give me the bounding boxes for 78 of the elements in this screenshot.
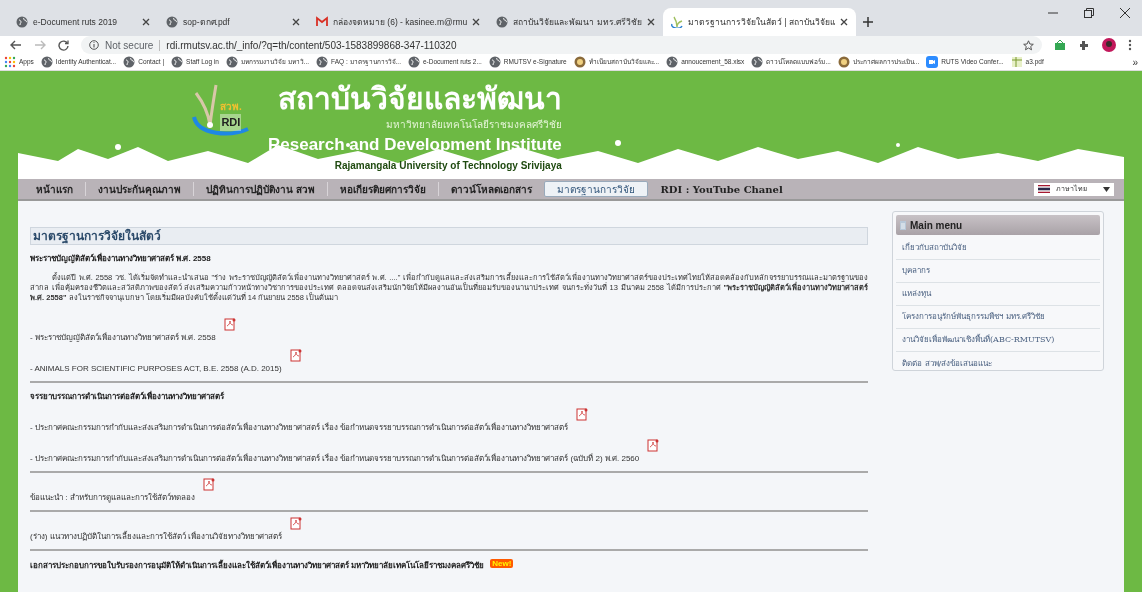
- back-arrow-icon[interactable]: [10, 40, 22, 50]
- spreadsheet-icon: [1010, 56, 1023, 68]
- browser-tab[interactable]: กล่องจดหมาย (6) - kasinee.m@rmu: [308, 8, 489, 36]
- menu-icon: [900, 220, 906, 230]
- document-link[interactable]: (ร่าง) แนวทางปฏิบัติในการเลี้ยงและการใช้สัตว์ เพื่องานวิจัยทางวิทยาศาสตร์: [30, 531, 282, 543]
- close-icon[interactable]: [840, 18, 848, 26]
- tray-icon[interactable]: [1054, 39, 1066, 51]
- seal-icon: [573, 56, 586, 68]
- site-subtitle-english: Rajamangala University of Technology Srivijaya: [334, 158, 562, 173]
- puzzle-icon[interactable]: [1078, 39, 1090, 51]
- nav-tab[interactable]: มาตรฐานการวิจัย: [544, 181, 649, 197]
- seal-icon: [837, 56, 850, 68]
- flag-icon: [1038, 185, 1050, 193]
- more-bookmarks-button[interactable]: »: [1132, 54, 1138, 70]
- dropdown-caret-icon: [1103, 186, 1110, 192]
- menu-item[interactable]: งานวิจัยเพื่อพัฒนาเชิงพื้นที่(ABC-RMUTSV): [896, 329, 1100, 352]
- section-title: จรรยาบรรณการดำเนินการต่อสัตว์เพื่องานทางวิทยาศาสตร์: [30, 391, 224, 403]
- reload-icon[interactable]: [58, 39, 69, 51]
- new-tab-icon[interactable]: [862, 16, 874, 28]
- avatar-icon[interactable]: [1102, 38, 1116, 52]
- pdf-file-icon[interactable]: [289, 517, 302, 530]
- nav-tab[interactable]: ดาวน์โหลดเอกสาร: [439, 181, 545, 197]
- menu-item[interactable]: แหล่งทุน: [896, 283, 1100, 306]
- globe-icon: [16, 16, 28, 28]
- close-icon[interactable]: [647, 18, 656, 26]
- close-icon[interactable]: [142, 18, 150, 26]
- address-bar[interactable]: Not secure rdi.rmutsv.ac.th/_info/?q=th/content/503-1583899868-347-110320: [81, 36, 1042, 54]
- menu-item[interactable]: บุคลากร: [896, 260, 1100, 283]
- section-title: พระราชบัญญัติสัตว์เพื่องานทางวิทยาศาสตร์ พ.ศ. 2558: [30, 253, 211, 265]
- page-heading: มาตรฐานการวิจัยในสัตว์: [30, 227, 868, 245]
- browser-tab[interactable]: มาตรฐานการวิจัยในสัตว์ | สถาบันวิจัยแ: [663, 8, 856, 36]
- restore-icon[interactable]: [1084, 8, 1094, 18]
- url-text: rdi.rmutsv.ac.th/_info/?q=th/content/503-1583899868-347-110320: [166, 38, 458, 53]
- pdf-file-icon[interactable]: [576, 408, 589, 421]
- tab-title: สถาบันวิจัยและพัฒนา มทร.ศรีวิชัย: [513, 15, 643, 29]
- browser-tab[interactable]: สถาบันวิจัยและพัฒนา มทร.ศรีวิชัย: [488, 8, 664, 36]
- document-link[interactable]: - พระราชบัญญัติสัตว์เพื่องานทางวิทยาศาสตร์ พ.ศ. 2558: [30, 332, 216, 344]
- close-icon[interactable]: [1120, 8, 1130, 18]
- menu-item[interactable]: เกี่ยวกับสถาบันวิจัย: [896, 237, 1100, 260]
- security-label: Not secure: [105, 38, 154, 53]
- tab-title: e-Document ruts 2019: [33, 15, 119, 29]
- document-link[interactable]: - ประกาศคณะกรรมการกำกับและส่งเสริมการดำเนินการต่อสัตว์เพื่องานทางวิทยาศาสตร์ เรื่อง ข้อกำหนดจรรยาบรรณการดำเนินการต่อสัตว์เพื่องานทางวิทยาศาสตร์: [30, 422, 569, 434]
- close-icon[interactable]: [472, 18, 481, 26]
- logo-text: สวพ.: [220, 100, 242, 115]
- new-badge: New!: [490, 559, 514, 568]
- more-menu-icon[interactable]: [1128, 39, 1132, 51]
- logo-text: RDI: [220, 114, 242, 131]
- menu-item[interactable]: ติดต่อ สวพ/ส่งข้อเสนอแนะ: [896, 352, 1100, 375]
- star-icon[interactable]: [1023, 39, 1034, 51]
- sprout-icon: [671, 16, 684, 28]
- close-icon[interactable]: [292, 18, 300, 26]
- envelope-m-icon: [316, 16, 328, 28]
- apps-grid-icon: [4, 56, 16, 68]
- menu-item[interactable]: โครงการอนุรักษ์พันธุกรรมพืชฯ มทร.ศรีวิชัย: [896, 306, 1100, 329]
- tab-title: sop-ตกศ.pdf: [183, 15, 231, 29]
- pdf-file-icon[interactable]: [647, 439, 660, 452]
- tab-title: มาตรฐานการวิจัยในสัตว์ | สถาบันวิจัยแ: [688, 15, 835, 29]
- pdf-file-icon[interactable]: [289, 349, 302, 362]
- info-icon[interactable]: [89, 40, 99, 50]
- site-subtitle: มหาวิทยาลัยเทคโนโลยีราชมงคลศรีวิชัย: [385, 118, 562, 132]
- browser-tab[interactable]: e-Document ruts 2019: [8, 8, 158, 36]
- document-link[interactable]: ข้อแนะนำ : สำหรับการดูแลและการใช้สัตว์ทดลอง: [30, 492, 195, 504]
- nav-tab[interactable]: ปฏิทินการปฏิบัติงาน สวพ: [194, 181, 328, 197]
- nav-tab[interactable]: หอเกียรติยศการวิจัย: [328, 181, 439, 197]
- site-title: สถาบันวิจัยและพัฒนา: [277, 81, 562, 117]
- browser-tab[interactable]: sop-ตกศ.pdf: [158, 8, 308, 36]
- pdf-file-icon[interactable]: [202, 478, 215, 491]
- document-link[interactable]: - ANIMALS FOR SCIENTIFIC PURPOSES ACT, B.E. 2558 (A.D. 2015): [30, 363, 282, 375]
- globe-icon: [166, 16, 178, 28]
- menu-header: Main menu: [896, 215, 1100, 235]
- tab-title: กล่องจดหมาย (6) - kasinee.m@rmu: [333, 15, 468, 29]
- pdf-file-icon[interactable]: [223, 318, 236, 331]
- globe-icon: [496, 16, 509, 28]
- section-title: เอกสารประกอบการขอใบรับรองการอนุมัติให้ดำเนินการเลี้ยงและใช้สัตว์เพื่องานทางวิทยาศาสตร์ มหาวิทยาลัยเทคโนโลยีราชมงคลศรีวิชัย: [30, 560, 485, 572]
- nav-tab[interactable]: งานประกันคุณภาพ: [86, 181, 193, 197]
- document-link[interactable]: - ประกาศคณะกรรมการกำกับและส่งเสริมการดำเนินการต่อสัตว์เพื่องานทางวิทยาศาสตร์ เรื่อง ข้อกำหนดจรรยาบรรณการดำเนินการต่อสัตว์เพื่องานทางวิทยาศาสตร์ (ฉบับที่ 2) พ.ศ. 2560: [30, 453, 640, 465]
- nav-tab[interactable]: RDI : YouTube Chanel: [648, 181, 795, 197]
- nav-tab[interactable]: หน้าแรก: [24, 181, 85, 197]
